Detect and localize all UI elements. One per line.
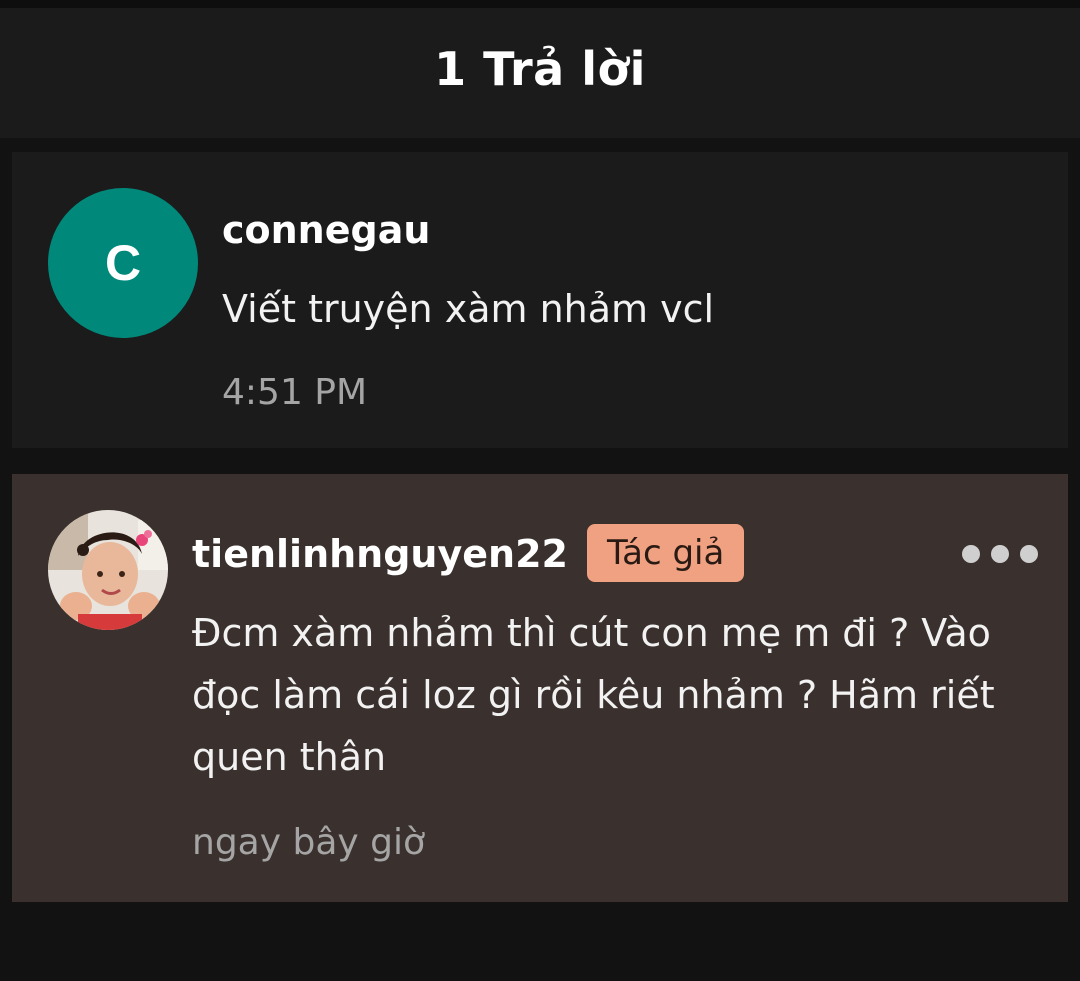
more-options-button[interactable] [962, 534, 1038, 574]
status-strip [0, 0, 1080, 8]
reply-username[interactable]: tienlinhnguyen22 [192, 532, 568, 576]
reply-comment: tienlinhnguyen22 Tác giả Đcm xàm nhảm th… [12, 474, 1068, 902]
reply-text: Đcm xàm nhảm thì cút con mẹ m đi ? Vào đ… [192, 611, 995, 779]
page-title: 1 Trả lời [434, 42, 646, 96]
more-horizontal-icon [962, 545, 1038, 563]
parent-comment: C connegau Viết truyện xàm nhảm vcl 4:51… [12, 152, 1068, 448]
comment-username[interactable]: connegau [222, 208, 430, 252]
avatar-photo-image [48, 510, 168, 630]
comment-text: Viết truyện xàm nhảm vcl [222, 287, 715, 331]
avatar[interactable]: C [48, 188, 198, 338]
comment-timestamp: 4:51 PM [222, 372, 368, 413]
avatar[interactable] [48, 510, 168, 630]
bottom-area [0, 902, 1080, 981]
replies-header: 1 Trả lời [0, 8, 1080, 138]
avatar-letter: C [104, 235, 142, 291]
author-badge: Tác giả [587, 524, 745, 582]
reply-timestamp: ngay bây giờ [192, 822, 426, 863]
